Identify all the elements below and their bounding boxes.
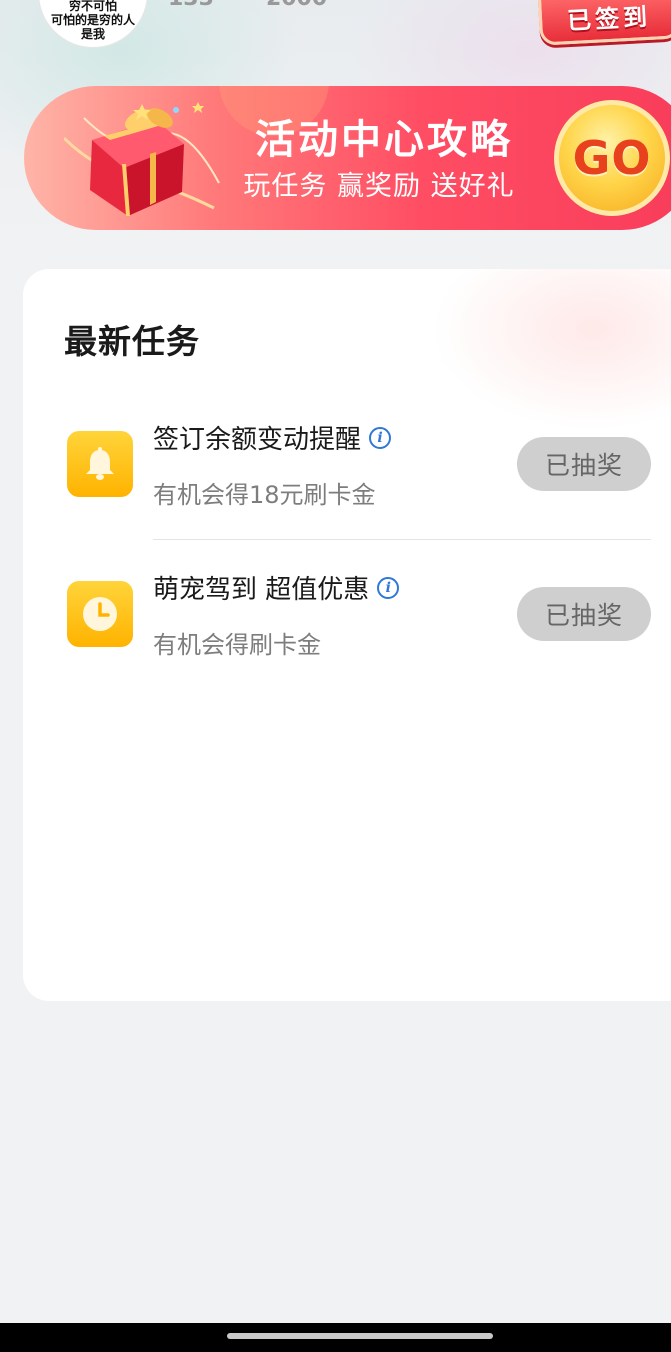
stat-value-2: 2000 (266, 0, 327, 11)
task-item[interactable]: 签订余额变动提醒 i 有机会得18元刷卡金 已抽奖 (23, 405, 671, 525)
info-icon[interactable]: i (377, 576, 400, 599)
stat-value-1: 133 (168, 0, 214, 11)
signed-in-badge[interactable]: 已签到 (537, 0, 671, 46)
task-divider (153, 539, 651, 540)
avatar-text-line-3: 是我 (80, 27, 105, 41)
activity-center-banner[interactable]: 活动中心攻略 玩任务 赢奖励 送好礼 GO (24, 86, 671, 230)
banner-subtitle: 玩任务 赢奖励 送好礼 (243, 171, 515, 202)
avatar-text-line-2: 可怕的是穷的人 (50, 13, 135, 27)
banner-title: 活动中心攻略 (255, 117, 513, 163)
gift-box-icon (64, 102, 220, 216)
signed-in-label: 已签到 (566, 2, 652, 35)
task-description: 有机会得刷卡金 (153, 631, 321, 659)
already-drawn-button[interactable]: 已抽奖 (517, 437, 651, 491)
info-icon[interactable]: i (369, 426, 392, 449)
already-drawn-button[interactable]: 已抽奖 (517, 587, 651, 641)
home-gesture-handle[interactable] (227, 1333, 493, 1339)
activity-page: 穷不可怕 可怕的是穷的人 是我 133 2000 已签到 活动中心攻略 玩任务 … (0, 0, 671, 1352)
task-title: 萌宠驾到 超值优惠 i (153, 569, 400, 606)
clock-icon (67, 581, 133, 647)
already-drawn-label: 已抽奖 (544, 451, 623, 480)
user-stats: 133 2000 (168, 0, 327, 11)
task-title-text: 萌宠驾到 超值优惠 (153, 575, 370, 605)
already-drawn-label: 已抽奖 (544, 601, 623, 630)
bell-icon (67, 431, 133, 497)
task-title: 签订余额变动提醒 i (153, 419, 392, 456)
task-item[interactable]: 萌宠驾到 超值优惠 i 有机会得刷卡金 已抽奖 (23, 557, 671, 677)
go-button[interactable]: GO (554, 100, 670, 216)
latest-tasks-card: 最新任务 签订余额变动提醒 i 有机会得18元刷卡金 已抽奖 萌宠驾到 超值优惠… (23, 269, 671, 1001)
task-title-text: 签订余额变动提醒 (153, 425, 362, 455)
task-description: 有机会得18元刷卡金 (153, 481, 376, 509)
avatar-text-line-1: 穷不可怕 (68, 0, 117, 13)
go-label: GO (572, 131, 652, 185)
system-navigation-bar (0, 1323, 671, 1352)
card-title: 最新任务 (64, 322, 200, 361)
